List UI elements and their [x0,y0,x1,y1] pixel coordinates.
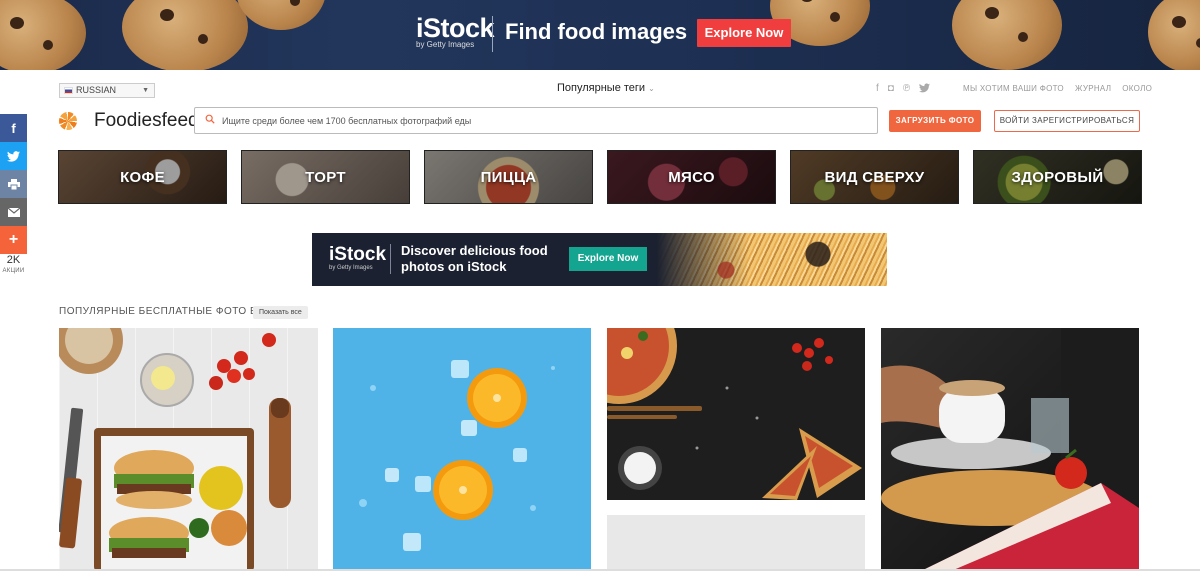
russia-flag-icon [64,87,73,94]
cookie-image [1148,0,1200,70]
photo-light[interactable] [607,515,865,571]
email-icon [7,207,20,217]
show-all-button[interactable]: Показать все [253,306,308,319]
banner-explore-button[interactable]: Explore Now [697,19,791,47]
ad-headline-line2: photos on iStock [401,259,507,274]
ad-headline: Discover delicious food photos on iStock [401,243,548,275]
nav-link-journal[interactable]: ЖУРНАЛ [1075,84,1111,93]
oranges-illustration [359,360,555,551]
istock-logo-text: iStock [416,13,495,43]
category-tiles: КОФЕ ТОРТ ПИЦЦА МЯСО ВИД СВЕРХУ ЗДОРОВЫЙ [58,150,1142,204]
share-sidebar: f + 2K АКЦИИ [0,114,27,277]
cookie-image [952,0,1062,70]
pinterest-icon[interactable]: ℗ [903,83,910,94]
ad-explore-button[interactable]: Explore Now [569,247,647,271]
category-label: ТОРТ [305,168,346,186]
instagram-icon[interactable]: ◘ [888,83,894,94]
cookie-image [122,0,248,70]
category-label: ПИЦЦА [480,168,537,186]
category-meat[interactable]: МЯСО [607,150,776,204]
photo-burgers[interactable] [59,328,318,571]
site-logo-text[interactable]: Foodiesfeed [94,110,199,132]
share-count-label: АКЦИИ [2,268,25,274]
twitter-icon [7,150,20,162]
category-label: КОФЕ [120,168,165,186]
photo-coffee-cake[interactable] [881,328,1139,571]
category-top-view[interactable]: ВИД СВЕРХУ [790,150,959,204]
upload-photo-button[interactable]: ЗАГРУЗИТЬ ФОТО [889,110,981,132]
twitter-share-button[interactable] [0,142,27,170]
istock-logo: iStock by Getty Images [329,244,387,272]
share-count: 2K АКЦИИ [0,255,27,277]
banner-headline: Find food images [505,19,688,44]
category-cake[interactable]: ТОРТ [241,150,410,204]
search-bar[interactable] [194,107,878,134]
popular-tags-label: Популярные теги [557,82,646,94]
istock-logo-text: iStock [329,244,387,265]
cookie-image [0,0,86,70]
facebook-icon[interactable]: f [876,83,879,94]
category-coffee[interactable]: КОФЕ [58,150,227,204]
category-healthy[interactable]: ЗДОРОВЫЙ [973,150,1142,204]
login-register-button[interactable]: ВОЙТИ ЗАРЕГИСТРИРОВАТЬСЯ [994,110,1140,132]
category-pizza[interactable]: ПИЦЦА [424,150,593,204]
istock-logo: iStock by Getty Images [416,13,495,49]
category-label: ВИД СВЕРХУ [824,168,925,186]
pasta-image [657,233,887,286]
search-icon [205,114,215,124]
language-label: RUSSIAN [76,85,117,95]
language-select[interactable]: RUSSIAN ▼ [59,83,155,98]
plus-icon: + [8,231,19,248]
chevron-down-icon: ⌄ [648,84,655,93]
category-label: МЯСО [668,168,715,186]
facebook-icon: f [11,120,16,136]
top-nav-links: МЫ ХОТИМ ВАШИ ФОТО ЖУРНАЛ ОКОЛО [963,84,1152,93]
istock-ad-banner[interactable]: iStock by Getty Images Discover deliciou… [312,233,887,286]
cookie-image [236,0,326,30]
coffee-cake-illustration [881,328,1139,571]
twitter-icon[interactable] [919,83,931,93]
banner-divider [492,16,493,52]
chevron-down-icon: ▼ [142,87,149,94]
category-label: ЗДОРОВЫЙ [1011,168,1104,186]
top-ad-banner[interactable]: iStock by Getty Images Find food images … [0,0,1200,70]
facebook-share-button[interactable]: f [0,114,27,142]
email-share-button[interactable] [0,198,27,226]
more-share-button[interactable]: + [0,226,27,254]
print-share-button[interactable] [0,170,27,198]
photo-pizza[interactable] [607,328,865,500]
photo-oranges[interactable] [333,328,591,571]
section-title: ПОПУЛЯРНЫЕ БЕСПЛАТНЫЕ ФОТО ЕДЫ [59,306,274,317]
popular-tags-dropdown[interactable]: Популярные теги ⌄ [557,82,655,94]
share-count-value: 2K [6,254,21,266]
social-links: f ◘ ℗ [876,83,931,94]
ad-headline-line1: Discover delicious food [401,243,548,258]
foodiesfeed-logo-icon[interactable] [59,112,77,130]
print-icon [7,178,20,190]
istock-logo-sub: by Getty Images [329,265,373,271]
nav-link-about[interactable]: ОКОЛО [1122,84,1152,93]
burgers-illustration [59,328,291,571]
pizza-illustration [607,328,862,500]
search-input[interactable] [222,108,872,133]
nav-link-submit-photos[interactable]: МЫ ХОТИМ ВАШИ ФОТО [963,84,1064,93]
ad-divider [390,244,391,274]
